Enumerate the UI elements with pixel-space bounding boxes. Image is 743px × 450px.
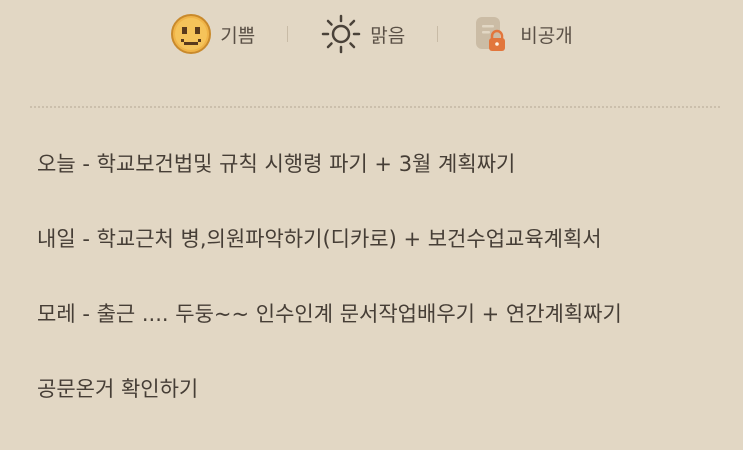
weather-label: 맑음 bbox=[370, 24, 406, 47]
meta-separator bbox=[287, 26, 289, 42]
dotted-divider bbox=[30, 106, 720, 108]
entry-line-day-after: 모레 - 출근 .... 두둥~~ 인수인계 문서작업배우기 + 연간계획짜기 bbox=[37, 302, 622, 326]
sun-icon bbox=[320, 13, 362, 55]
privacy-selector[interactable]: 비공개 bbox=[470, 13, 573, 55]
privacy-label: 비공개 bbox=[520, 24, 573, 47]
entry-line-today: 오늘 - 학교보건법및 규칙 시행령 파기 + 3월 계획짜기 bbox=[37, 152, 516, 176]
weather-selector[interactable]: 맑음 bbox=[320, 13, 405, 55]
diary-entry-body[interactable]: 오늘 - 학교보건법및 규칙 시행령 파기 + 3월 계획짜기 내일 - 학교근… bbox=[37, 150, 727, 450]
entry-line-tomorrow: 내일 - 학교근처 병,의원파악하기(디카로) + 보건수업교육계획서 bbox=[37, 227, 602, 251]
private-lock-icon bbox=[470, 13, 512, 55]
mood-selector[interactable]: 기쁨 bbox=[170, 13, 255, 55]
smiley-face-icon bbox=[170, 13, 212, 55]
mood-label: 기쁨 bbox=[220, 24, 256, 47]
entry-line-check-documents: 공문온거 확인하기 bbox=[37, 377, 199, 401]
meta-separator bbox=[437, 26, 439, 42]
entry-meta-bar: 기쁨 맑음 비공개 bbox=[0, 10, 743, 58]
